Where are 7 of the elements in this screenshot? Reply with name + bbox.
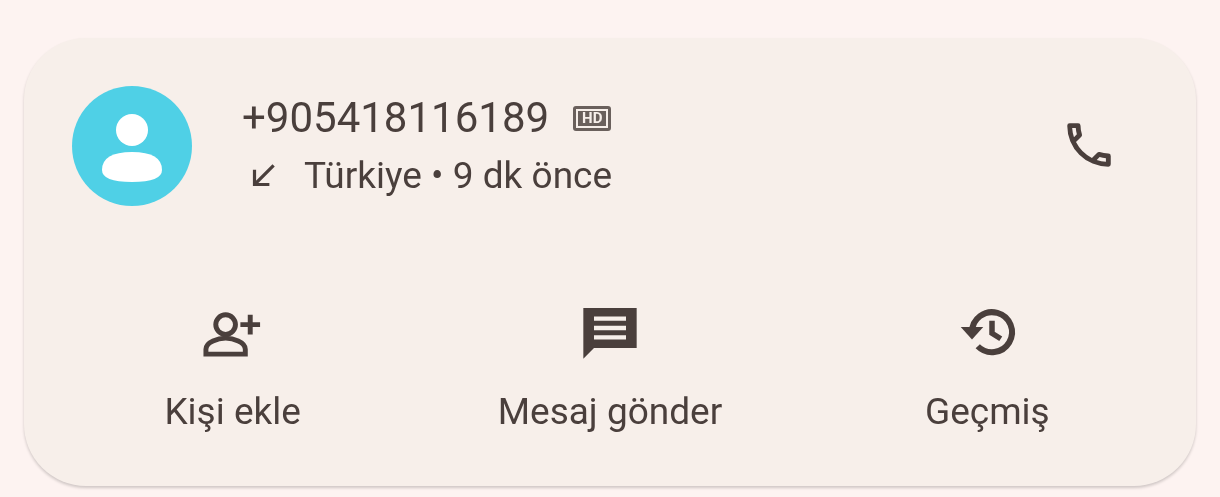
action-button[interactable]: Kişi ekle bbox=[52, 302, 413, 434]
call-details: Türkiye • 9 dk önce bbox=[304, 154, 613, 198]
avatar-icon bbox=[72, 86, 192, 206]
phone-number: +905418116189 bbox=[242, 94, 550, 142]
hd-badge: HD bbox=[573, 105, 612, 131]
action-button[interactable]: Mesaj gönder bbox=[430, 302, 790, 434]
action-button[interactable]: Geçmiş bbox=[807, 302, 1168, 434]
